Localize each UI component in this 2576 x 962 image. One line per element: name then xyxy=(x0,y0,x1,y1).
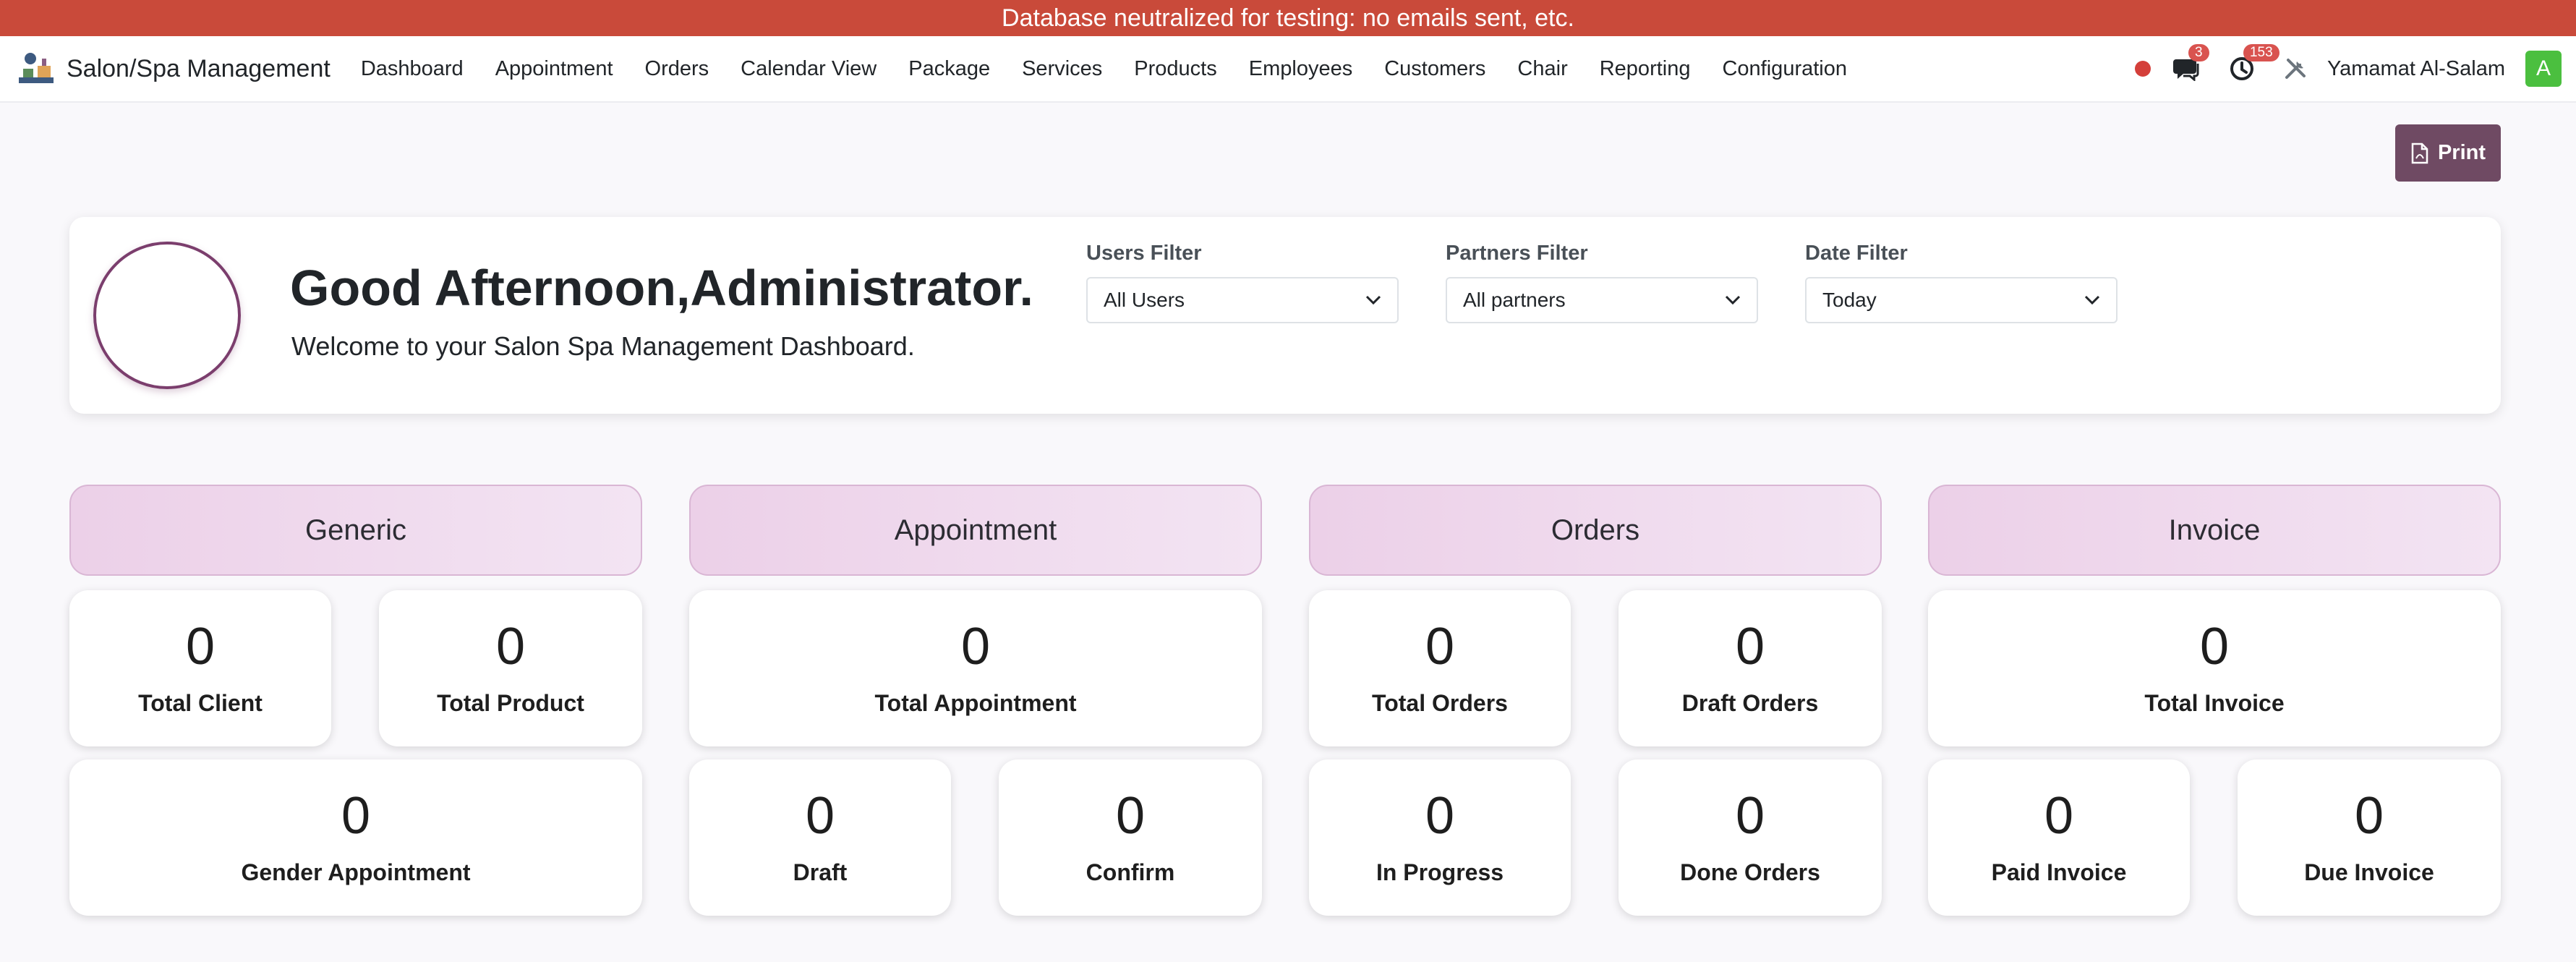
done-orders-card[interactable]: 0 Done Orders xyxy=(1618,759,1882,916)
generic-header: Generic xyxy=(69,485,642,576)
total-product-label: Total Product xyxy=(437,689,584,716)
orders-section: Orders 0 Total Orders 0 Draft Orders 0 I… xyxy=(1309,485,1882,916)
gender-appointment-label: Gender Appointment xyxy=(241,859,471,885)
date-filter-select[interactable]: Today xyxy=(1805,277,2117,323)
paid-invoice-card[interactable]: 0 Paid Invoice xyxy=(1928,759,2190,916)
chevron-down-icon xyxy=(1365,295,1381,305)
chevron-down-icon xyxy=(1725,295,1741,305)
draft-orders-card[interactable]: 0 Draft Orders xyxy=(1618,590,1882,746)
draft-orders-value: 0 xyxy=(1735,617,1765,676)
neutralized-banner: Database neutralized for testing: no ema… xyxy=(0,0,2576,36)
users-filter: Users Filter All Users xyxy=(1086,242,1399,323)
due-invoice-card[interactable]: 0 Due Invoice xyxy=(2238,759,2501,916)
done-orders-label: Done Orders xyxy=(1680,859,1820,885)
menu-item-appointment[interactable]: Appointment xyxy=(495,57,613,81)
brand-name: Salon/Spa Management xyxy=(67,54,330,82)
menu-item-orders[interactable]: Orders xyxy=(645,57,709,81)
total-orders-label: Total Orders xyxy=(1372,689,1508,716)
date-filter: Date Filter Today xyxy=(1805,242,2117,323)
date-filter-value: Today xyxy=(1822,289,1877,311)
appointment-section: Appointment 0 Total Appointment 0 Draft … xyxy=(689,485,1262,916)
users-filter-select[interactable]: All Users xyxy=(1086,277,1399,323)
draft-appointment-label: Draft xyxy=(793,859,848,885)
status-dot-icon[interactable] xyxy=(2134,61,2151,77)
confirm-appointment-label: Confirm xyxy=(1086,859,1175,885)
in-progress-label: In Progress xyxy=(1376,859,1504,885)
menu-item-configuration[interactable]: Configuration xyxy=(1722,57,1847,81)
menu-item-package[interactable]: Package xyxy=(908,57,990,81)
total-invoice-card[interactable]: 0 Total Invoice xyxy=(1928,590,2501,746)
confirm-appointment-card[interactable]: 0 Confirm xyxy=(999,759,1262,916)
due-invoice-value: 0 xyxy=(2354,786,2384,845)
menu-item-services[interactable]: Services xyxy=(1022,57,1102,81)
paid-invoice-label: Paid Invoice xyxy=(1991,859,2127,885)
generic-section: Generic 0 Total Client 0 Total Product 0… xyxy=(69,485,642,916)
total-invoice-value: 0 xyxy=(2199,617,2230,676)
total-product-card[interactable]: 0 Total Product xyxy=(379,590,642,746)
activities-count-badge: 153 xyxy=(2243,44,2279,61)
total-orders-value: 0 xyxy=(1425,617,1455,676)
total-client-card[interactable]: 0 Total Client xyxy=(69,590,331,746)
partners-filter-value: All partners xyxy=(1463,289,1566,311)
gender-appointment-card[interactable]: 0 Gender Appointment xyxy=(69,759,642,916)
pdf-file-icon xyxy=(2411,142,2428,163)
in-progress-value: 0 xyxy=(1425,786,1455,845)
brand[interactable]: Salon/Spa Management xyxy=(16,48,330,89)
menu-item-products[interactable]: Products xyxy=(1134,57,1216,81)
menu-item-dashboard[interactable]: Dashboard xyxy=(361,57,464,81)
partners-filter: Partners Filter All partners xyxy=(1446,242,1758,323)
partners-filter-select[interactable]: All partners xyxy=(1446,277,1758,323)
draft-appointment-card[interactable]: 0 Draft xyxy=(689,759,951,916)
tools-icon[interactable] xyxy=(2282,56,2308,82)
gender-appointment-value: 0 xyxy=(341,786,371,845)
print-button[interactable]: Print xyxy=(2395,124,2501,182)
welcome-card: Good Afternoon,Administrator. Welcome to… xyxy=(69,217,2501,414)
total-invoice-label: Total Invoice xyxy=(2144,689,2285,716)
in-progress-card[interactable]: 0 In Progress xyxy=(1309,759,1571,916)
due-invoice-label: Due Invoice xyxy=(2304,859,2434,885)
date-filter-label: Date Filter xyxy=(1805,242,1908,265)
messages-count-badge: 3 xyxy=(2188,44,2209,61)
menu-item-employees[interactable]: Employees xyxy=(1249,57,1352,81)
greeting-title: Good Afternoon,Administrator. xyxy=(290,260,1033,316)
activities-button[interactable]: 153 xyxy=(2227,44,2279,83)
profile-image xyxy=(93,242,241,389)
users-filter-label: Users Filter xyxy=(1086,242,1202,265)
total-appointment-value: 0 xyxy=(960,617,991,676)
main-menu: Dashboard Appointment Orders Calendar Vi… xyxy=(361,57,1879,81)
draft-orders-label: Draft Orders xyxy=(1681,689,1819,716)
menu-item-customers[interactable]: Customers xyxy=(1384,57,1485,81)
systray: 3 153 Yamamat Al-Salam A xyxy=(2134,36,2576,101)
salon-logo-icon xyxy=(19,53,54,83)
invoice-header: Invoice xyxy=(1928,485,2501,576)
total-client-label: Total Client xyxy=(138,689,263,716)
confirm-appointment-value: 0 xyxy=(1115,786,1146,845)
menu-item-reporting[interactable]: Reporting xyxy=(1600,57,1691,81)
user-name[interactable]: Yamamat Al-Salam xyxy=(2327,57,2505,81)
users-filter-value: All Users xyxy=(1104,289,1185,311)
total-orders-card[interactable]: 0 Total Orders xyxy=(1309,590,1571,746)
messages-button[interactable]: 3 xyxy=(2172,44,2209,83)
done-orders-value: 0 xyxy=(1735,786,1765,845)
appointment-header: Appointment xyxy=(689,485,1262,576)
invoice-section: Invoice 0 Total Invoice 0 Paid Invoice 0… xyxy=(1928,485,2501,916)
total-appointment-card[interactable]: 0 Total Appointment xyxy=(689,590,1262,746)
total-product-value: 0 xyxy=(495,617,526,676)
welcome-subtitle: Welcome to your Salon Spa Management Das… xyxy=(291,331,915,361)
total-client-value: 0 xyxy=(185,617,216,676)
top-navbar: Salon/Spa Management Dashboard Appointme… xyxy=(0,36,2576,103)
menu-item-chair[interactable]: Chair xyxy=(1517,57,1567,81)
print-label: Print xyxy=(2437,141,2486,164)
paid-invoice-value: 0 xyxy=(2044,786,2074,845)
user-avatar[interactable]: A xyxy=(2525,51,2562,87)
chevron-down-icon xyxy=(2084,295,2100,305)
orders-header: Orders xyxy=(1309,485,1882,576)
draft-appointment-value: 0 xyxy=(805,786,835,845)
partners-filter-label: Partners Filter xyxy=(1446,242,1588,265)
total-appointment-label: Total Appointment xyxy=(874,689,1077,716)
menu-item-calendar-view[interactable]: Calendar View xyxy=(741,57,877,81)
